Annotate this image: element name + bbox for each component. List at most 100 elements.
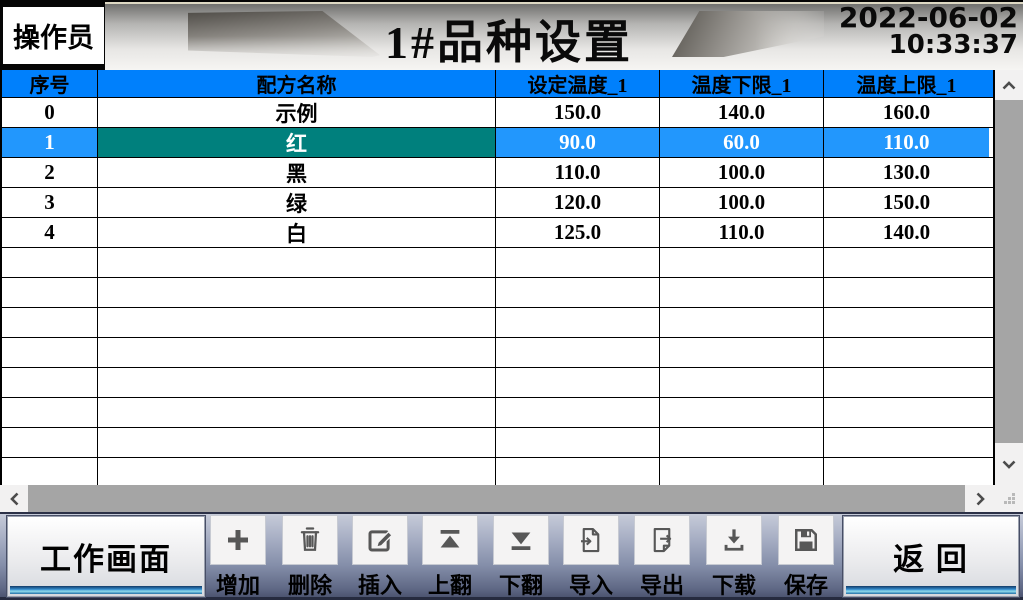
cell-empty[interactable] — [98, 278, 496, 307]
tool-button-page-up[interactable]: 上翻 — [422, 515, 478, 600]
tool-button-face[interactable] — [422, 515, 478, 565]
cell-set-temp[interactable]: 90.0 — [496, 128, 660, 157]
cell-temp-low[interactable]: 100.0 — [660, 188, 824, 217]
table-row[interactable]: 4白125.0110.0140.0 — [2, 218, 993, 248]
work-screen-button[interactable]: 工作画面 — [7, 516, 205, 597]
cell-index[interactable]: 0 — [2, 98, 98, 127]
tool-button-insert[interactable]: 插入 — [352, 515, 408, 600]
cell-empty[interactable] — [660, 278, 824, 307]
cell-empty[interactable] — [2, 338, 98, 367]
cell-temp-high[interactable]: 150.0 — [824, 188, 989, 217]
tool-button-face[interactable] — [282, 515, 338, 565]
cell-temp-high[interactable]: 140.0 — [824, 218, 989, 247]
cell-empty[interactable] — [824, 338, 989, 367]
cell-temp-low[interactable]: 60.0 — [660, 128, 824, 157]
cell-empty[interactable] — [660, 368, 824, 397]
cell-empty[interactable] — [824, 368, 989, 397]
table-row-empty[interactable] — [2, 278, 993, 308]
table-row[interactable]: 1红90.060.0110.0 — [2, 128, 993, 158]
cell-recipe-name[interactable]: 黑 — [98, 158, 496, 187]
cell-empty[interactable] — [2, 458, 98, 485]
tool-button-face[interactable] — [778, 515, 834, 565]
cell-temp-low[interactable]: 100.0 — [660, 158, 824, 187]
cell-empty[interactable] — [496, 458, 660, 485]
cell-empty[interactable] — [824, 458, 989, 485]
cell-empty[interactable] — [496, 368, 660, 397]
cell-index[interactable]: 2 — [2, 158, 98, 187]
scroll-left-button[interactable] — [0, 485, 28, 512]
tool-button-download[interactable]: 下载 — [706, 515, 762, 600]
cell-empty[interactable] — [2, 398, 98, 427]
cell-empty[interactable] — [98, 398, 496, 427]
table-row-empty[interactable] — [2, 428, 993, 458]
cell-temp-high[interactable]: 160.0 — [824, 98, 989, 127]
vertical-scrollbar[interactable] — [995, 70, 1023, 485]
cell-set-temp[interactable]: 125.0 — [496, 218, 660, 247]
cell-recipe-name[interactable]: 示例 — [98, 98, 496, 127]
tool-button-face[interactable] — [210, 515, 266, 565]
cell-index[interactable]: 1 — [2, 128, 98, 157]
tool-button-import[interactable]: 导入 — [563, 515, 619, 600]
cell-temp-high[interactable]: 110.0 — [824, 128, 989, 157]
cell-empty[interactable] — [660, 428, 824, 457]
table-row-empty[interactable] — [2, 458, 993, 485]
cell-empty[interactable] — [660, 248, 824, 277]
cell-empty[interactable] — [496, 398, 660, 427]
cell-empty[interactable] — [2, 278, 98, 307]
cell-empty[interactable] — [2, 428, 98, 457]
cell-empty[interactable] — [496, 338, 660, 367]
scroll-right-button[interactable] — [965, 485, 995, 512]
cell-empty[interactable] — [824, 428, 989, 457]
cell-empty[interactable] — [824, 278, 989, 307]
scroll-down-button[interactable] — [995, 443, 1023, 485]
cell-empty[interactable] — [496, 278, 660, 307]
back-button[interactable]: 返 回 — [843, 516, 1019, 597]
cell-empty[interactable] — [496, 308, 660, 337]
table-row-empty[interactable] — [2, 308, 993, 338]
table-row-empty[interactable] — [2, 368, 993, 398]
tool-button-export[interactable]: 导出 — [634, 515, 690, 600]
cell-empty[interactable] — [824, 398, 989, 427]
horizontal-scrollbar[interactable] — [0, 485, 1023, 512]
cell-empty[interactable] — [98, 248, 496, 277]
horizontal-scroll-thumb[interactable] — [28, 485, 965, 512]
cell-empty[interactable] — [660, 398, 824, 427]
table-row[interactable]: 0示例150.0140.0160.0 — [2, 98, 993, 128]
cell-empty[interactable] — [2, 368, 98, 397]
cell-set-temp[interactable]: 120.0 — [496, 188, 660, 217]
cell-empty[interactable] — [98, 338, 496, 367]
table-row-empty[interactable] — [2, 398, 993, 428]
cell-empty[interactable] — [660, 308, 824, 337]
vertical-scroll-thumb[interactable] — [995, 100, 1023, 443]
cell-empty[interactable] — [98, 368, 496, 397]
cell-recipe-name[interactable]: 绿 — [98, 188, 496, 217]
cell-empty[interactable] — [2, 248, 98, 277]
cell-index[interactable]: 4 — [2, 218, 98, 247]
cell-index[interactable]: 3 — [2, 188, 98, 217]
tool-button-save[interactable]: 保存 — [778, 515, 834, 600]
tool-button-face[interactable] — [563, 515, 619, 565]
tool-button-face[interactable] — [493, 515, 549, 565]
cell-recipe-name[interactable]: 白 — [98, 218, 496, 247]
cell-empty[interactable] — [824, 248, 989, 277]
cell-empty[interactable] — [660, 458, 824, 485]
tool-button-plus[interactable]: 增加 — [210, 515, 266, 600]
scroll-up-button[interactable] — [995, 70, 1023, 100]
cell-empty[interactable] — [98, 308, 496, 337]
tool-button-trash[interactable]: 删除 — [282, 515, 338, 600]
cell-empty[interactable] — [98, 428, 496, 457]
table-row[interactable]: 3绿120.0100.0150.0 — [2, 188, 993, 218]
cell-empty[interactable] — [824, 308, 989, 337]
cell-temp-low[interactable]: 140.0 — [660, 98, 824, 127]
cell-temp-low[interactable]: 110.0 — [660, 218, 824, 247]
table-row[interactable]: 2黑110.0100.0130.0 — [2, 158, 993, 188]
cell-empty[interactable] — [496, 428, 660, 457]
tool-button-face[interactable] — [706, 515, 762, 565]
cell-set-temp[interactable]: 150.0 — [496, 98, 660, 127]
cell-set-temp[interactable]: 110.0 — [496, 158, 660, 187]
table-row-empty[interactable] — [2, 248, 993, 278]
cell-temp-high[interactable]: 130.0 — [824, 158, 989, 187]
tool-button-face[interactable] — [634, 515, 690, 565]
tool-button-page-down[interactable]: 下翻 — [493, 515, 549, 600]
cell-empty[interactable] — [496, 248, 660, 277]
